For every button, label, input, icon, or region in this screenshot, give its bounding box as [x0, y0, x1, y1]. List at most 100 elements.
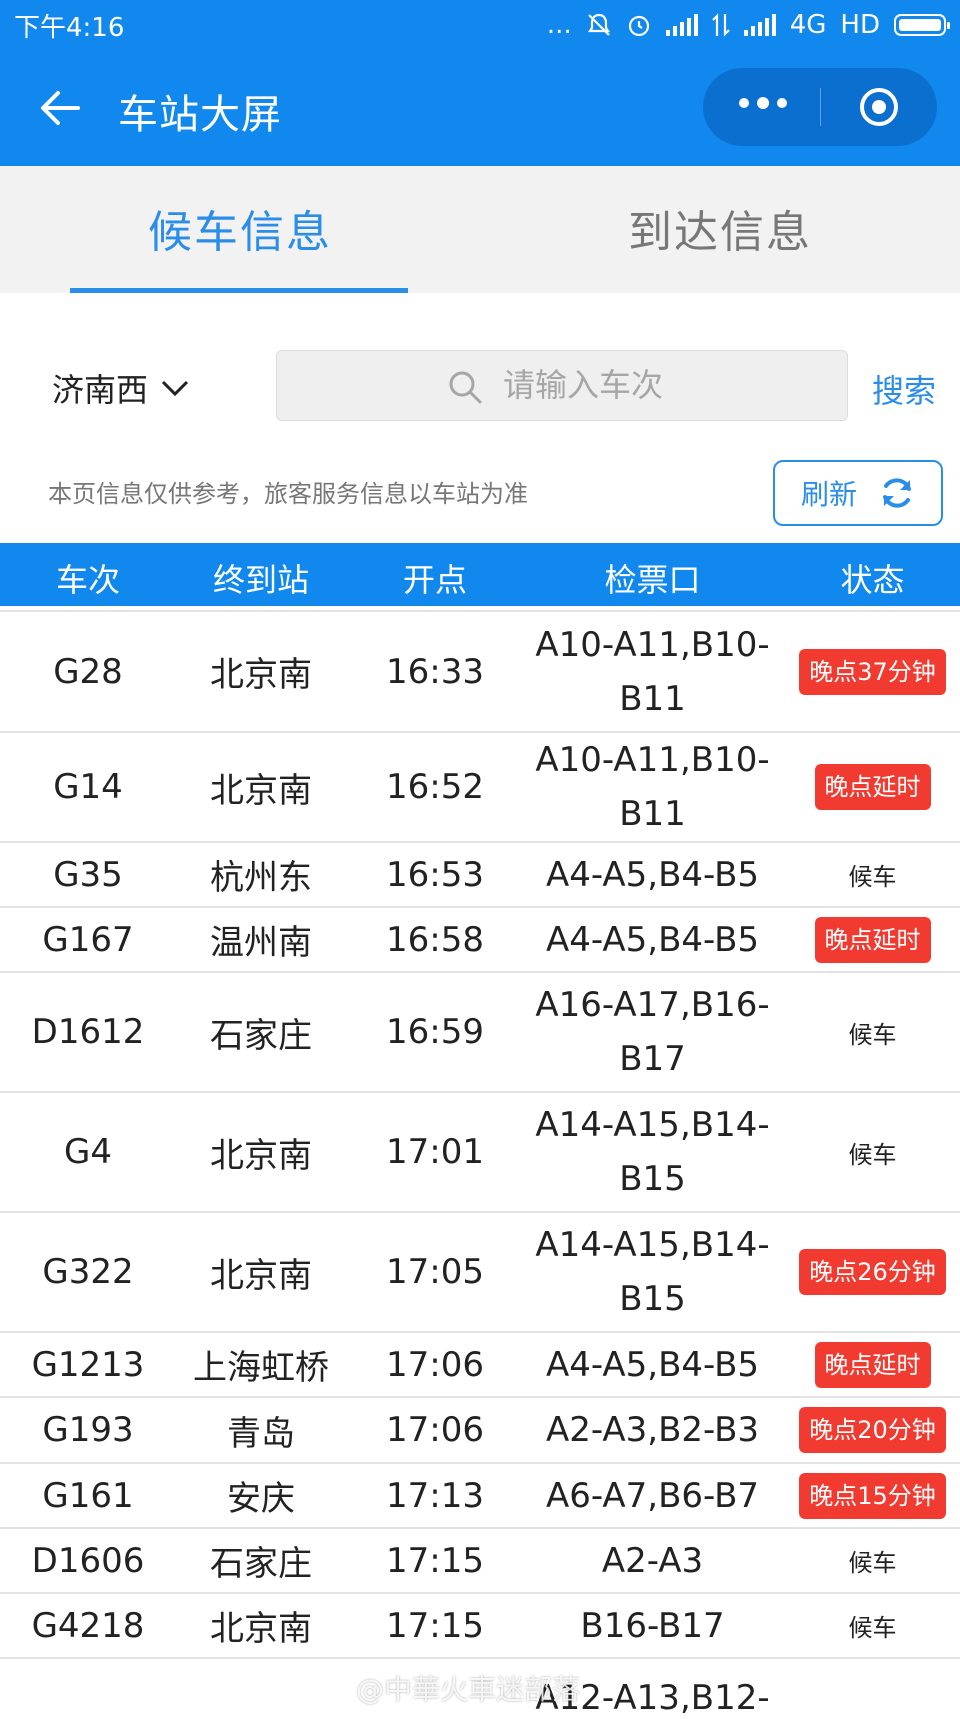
ticket-gate: A4-A5,B4-B5 — [545, 1344, 760, 1385]
table-row[interactable]: G35 杭州东 16:53 A4-A5,B4-B5 候车 — [0, 843, 960, 908]
battery-icon — [894, 14, 950, 36]
destination: 杭州东 — [210, 858, 312, 898]
ticket-gate: A6-A7,B6-B7 — [545, 1475, 760, 1516]
departure-time: 17:05 — [386, 1252, 484, 1292]
train-number: G167 — [42, 919, 134, 960]
disclaimer-notice: 本页信息仅供参考，旅客服务信息以车站为准 — [48, 480, 528, 508]
status-badge: 晚点20分钟 — [799, 1407, 946, 1453]
train-number-input[interactable] — [503, 363, 823, 407]
status-cell: 晚点延时 — [790, 733, 955, 841]
ticket-gate: A16-A17,B16-B17 — [535, 985, 770, 1079]
table-row[interactable]: G167 温州南 16:58 A4-A5,B4-B5 晚点延时 — [0, 908, 960, 973]
train-number: G14 — [53, 767, 123, 807]
tab-arrival-info[interactable]: 到达信息 — [480, 196, 960, 260]
departure-time: 16:52 — [386, 767, 484, 807]
table-row[interactable]: G14 北京南 16:52 A10-A11,B10-B11 晚点延时 — [0, 733, 960, 843]
departure-time: 16:53 — [386, 854, 484, 895]
status-badge: 晚点延时 — [814, 1341, 931, 1388]
status-text: 候车 — [848, 1614, 897, 1642]
status-text: 候车 — [848, 1549, 897, 1577]
status-cell: 候车 — [790, 1093, 955, 1211]
signal-icon — [665, 14, 698, 36]
col-destination: 终到站 — [212, 561, 309, 599]
col-train: 车次 — [55, 561, 120, 599]
status-badge: 晚点26分钟 — [799, 1249, 946, 1295]
status-cell: 候车 — [790, 843, 955, 906]
data-transfer-icon — [711, 13, 730, 37]
status-badge: 晚点15分钟 — [799, 1472, 946, 1519]
train-number: D1606 — [31, 1540, 145, 1581]
train-number: G35 — [53, 854, 123, 895]
status-cell: 晚点26分钟 — [790, 1213, 955, 1331]
table-row[interactable]: G28 北京南 16:33 A10-A11,B10-B11 晚点37分钟 — [0, 612, 960, 733]
destination: 石家庄 — [210, 1544, 312, 1584]
status-cell: 晚点20分钟 — [790, 1398, 955, 1462]
miniapp-capsule — [703, 68, 937, 146]
status-icons: ... 4G HD — [546, 10, 950, 40]
signal-2-icon — [743, 14, 776, 36]
status-cell: 候车 — [790, 1594, 955, 1657]
table-row[interactable]: G322 北京南 17:05 A14-A15,B14-B15 晚点26分钟 — [0, 1213, 960, 1333]
status-text: 候车 — [848, 1140, 897, 1169]
train-number: G4 — [64, 1132, 112, 1172]
status-text: 候车 — [848, 1020, 897, 1049]
status-badge: 晚点延时 — [814, 764, 931, 810]
train-number: G161 — [42, 1475, 134, 1516]
train-number: D1612 — [31, 1012, 145, 1052]
ticket-gate: A4-A5,B4-B5 — [545, 919, 760, 960]
departure-time: 16:58 — [386, 919, 484, 960]
status-time: 下午4:16 — [14, 12, 125, 43]
table-row[interactable]: D1606 石家庄 17:15 A2-A3 候车 — [0, 1529, 960, 1594]
train-number: G322 — [42, 1252, 134, 1292]
search-button[interactable]: 搜索 — [872, 366, 936, 412]
destination: 北京南 — [210, 770, 312, 811]
network-type: 4G — [789, 10, 827, 40]
close-miniapp-icon[interactable] — [859, 87, 899, 127]
destination: 北京南 — [210, 1255, 312, 1296]
back-arrow-icon[interactable] — [38, 86, 82, 130]
ticket-gate: A14-A15,B14-B15 — [535, 1225, 770, 1319]
search-box — [276, 350, 848, 421]
more-options-icon[interactable] — [739, 97, 787, 109]
refresh-button[interactable]: 刷新 — [773, 460, 943, 526]
more-notifications-icon: ... — [546, 10, 572, 40]
departure-time: 17:15 — [386, 1605, 484, 1646]
departure-time: 16:59 — [386, 1012, 484, 1052]
destination: 北京南 — [210, 1135, 312, 1176]
departure-time: 17:15 — [386, 1540, 484, 1581]
station-selector[interactable]: 济南西 — [52, 365, 192, 411]
table-row[interactable]: D1612 石家庄 16:59 A16-A17,B16-B17 候车 — [0, 973, 960, 1093]
search-icon — [449, 371, 482, 404]
status-cell: 候车 — [790, 973, 955, 1091]
ticket-gate: A2-A3 — [601, 1540, 704, 1581]
chevron-down-icon — [161, 380, 189, 397]
status-badge: 晚点延时 — [814, 916, 931, 963]
destination: 青岛 — [227, 1413, 295, 1454]
ticket-gate: A4-A5,B4-B5 — [545, 854, 760, 895]
destination: 石家庄 — [210, 1015, 312, 1056]
top-bar: 下午4:16 ... 4G HD 车站大屏 — [0, 0, 960, 166]
status-cell: 晚点15分钟 — [790, 1464, 955, 1527]
departure-time: 17:06 — [386, 1410, 484, 1450]
departure-time: 16:33 — [386, 651, 484, 692]
ticket-gate: A10-A11,B10-B11 — [535, 624, 770, 719]
tab-waiting-info[interactable]: 候车信息 — [0, 196, 480, 260]
ticket-gate: B16-B17 — [580, 1605, 725, 1646]
table-row[interactable]: G4 北京南 17:01 A14-A15,B14-B15 候车 — [0, 1093, 960, 1213]
destination: 北京南 — [210, 1609, 312, 1649]
departure-time: 17:01 — [386, 1132, 484, 1172]
refresh-icon — [883, 478, 911, 508]
table-row[interactable]: G4218 北京南 17:15 B16-B17 候车 — [0, 1594, 960, 1659]
destination: 温州南 — [210, 923, 312, 963]
status-badge: 晚点37分钟 — [799, 648, 946, 695]
page-title: 车站大屏 — [118, 92, 282, 138]
destination: 上海虹桥 — [193, 1348, 329, 1388]
watermark: @中華火車迷部落 — [356, 1673, 581, 1706]
table-row[interactable]: G1213 上海虹桥 17:06 A4-A5,B4-B5 晚点延时 — [0, 1333, 960, 1398]
departure-time: 17:06 — [386, 1344, 484, 1385]
table-header: 车次 终到站 开点 检票口 状态 — [0, 543, 960, 606]
mute-icon — [587, 13, 610, 36]
table-row[interactable]: G193 青岛 17:06 A2-A3,B2-B3 晚点20分钟 — [0, 1398, 960, 1464]
ticket-gate: A14-A15,B14-B15 — [535, 1105, 770, 1199]
table-row[interactable]: G161 安庆 17:13 A6-A7,B6-B7 晚点15分钟 — [0, 1464, 960, 1529]
